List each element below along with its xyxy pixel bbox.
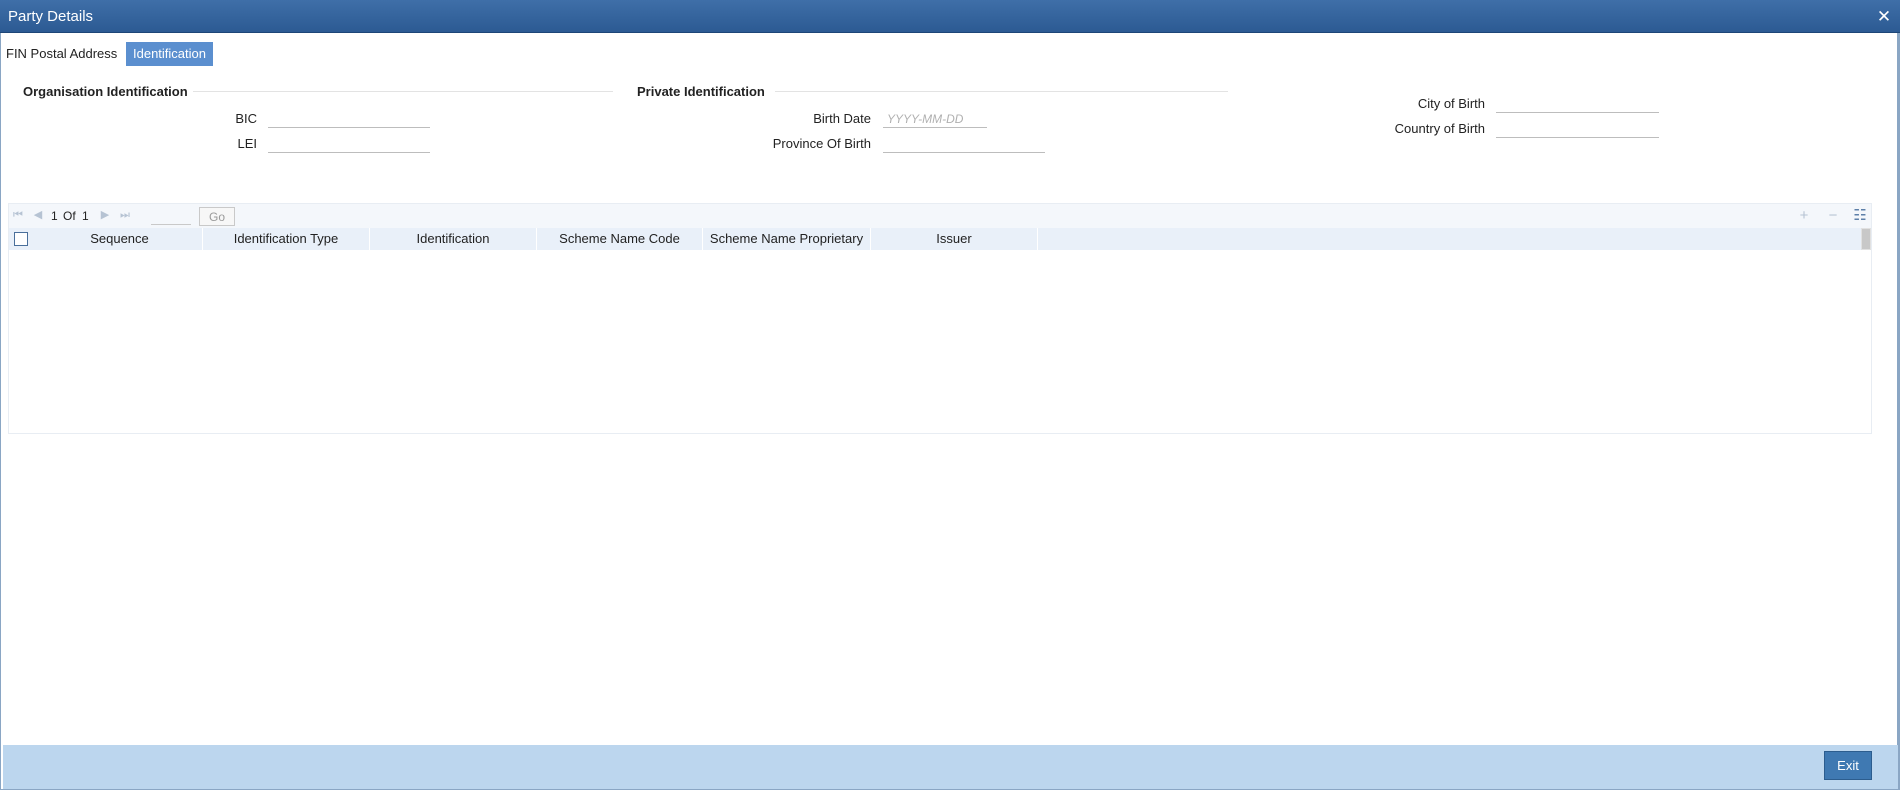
city-of-birth-field[interactable] [1496, 95, 1659, 113]
province-of-birth-label: Province Of Birth [772, 136, 871, 151]
country-of-birth-field[interactable] [1496, 120, 1659, 138]
last-page-icon[interactable]: ⏭ [118, 208, 132, 222]
grid-scrollbar-thumb[interactable] [1862, 229, 1870, 249]
footer-bar: Exit [3, 745, 1898, 789]
column-header-identification-type[interactable]: Identification Type [203, 228, 370, 250]
bic-field[interactable] [268, 110, 430, 128]
pager-current: 1 [51, 209, 58, 223]
tab-identification[interactable]: Identification [126, 42, 213, 66]
next-page-icon[interactable]: ▶ [98, 208, 112, 222]
column-header-scheme-name-code[interactable]: Scheme Name Code [537, 228, 703, 250]
exit-button[interactable]: Exit [1824, 751, 1872, 780]
pager-of-label: Of [63, 209, 76, 223]
first-page-icon[interactable]: ⏮ [11, 208, 25, 222]
tab-fin-postal-address[interactable]: FIN Postal Address [6, 42, 117, 66]
province-of-birth-field[interactable] [883, 135, 1045, 153]
go-button[interactable]: Go [199, 207, 235, 226]
select-all-checkbox[interactable] [14, 232, 28, 246]
close-icon[interactable]: ✕ [1874, 7, 1894, 27]
title-bar: Party Details ✕ [0, 0, 1900, 33]
column-header-issuer[interactable]: Issuer [871, 228, 1038, 250]
private-identification-title: Private Identification [637, 84, 765, 99]
grid-header: Sequence Identification Type Identificat… [9, 228, 1871, 250]
private-divider [775, 91, 1228, 92]
previous-page-icon[interactable]: ◀ [31, 208, 45, 222]
grid-pager: ⏮ ◀ 1 Of 1 ▶ ⏭ Go + − ☷ [9, 204, 1871, 228]
add-row-icon[interactable]: + [1795, 207, 1813, 225]
identification-grid: ⏮ ◀ 1 Of 1 ▶ ⏭ Go + − ☷ Sequence Identif… [8, 203, 1872, 434]
page-number-input[interactable] [151, 207, 191, 225]
lei-label: LEI [237, 136, 257, 151]
lei-field[interactable] [268, 135, 430, 153]
column-settings-icon[interactable]: ☷ [1851, 207, 1869, 225]
delete-row-icon[interactable]: − [1824, 207, 1842, 225]
column-header-sequence[interactable]: Sequence [37, 228, 203, 250]
birth-date-field[interactable] [883, 110, 987, 128]
country-of-birth-label: Country of Birth [1394, 121, 1485, 136]
organisation-identification-title: Organisation Identification [23, 84, 188, 99]
grid-scrollbar[interactable] [1861, 228, 1871, 250]
column-header-scheme-name-proprietary[interactable]: Scheme Name Proprietary [703, 228, 871, 250]
window-title: Party Details [8, 8, 94, 25]
pager-total: 1 [82, 209, 89, 223]
organisation-divider [193, 91, 613, 92]
city-of-birth-label: City of Birth [1417, 96, 1485, 111]
birth-date-label: Birth Date [813, 111, 871, 126]
bic-label: BIC [235, 111, 257, 126]
column-header-identification[interactable]: Identification [370, 228, 537, 250]
